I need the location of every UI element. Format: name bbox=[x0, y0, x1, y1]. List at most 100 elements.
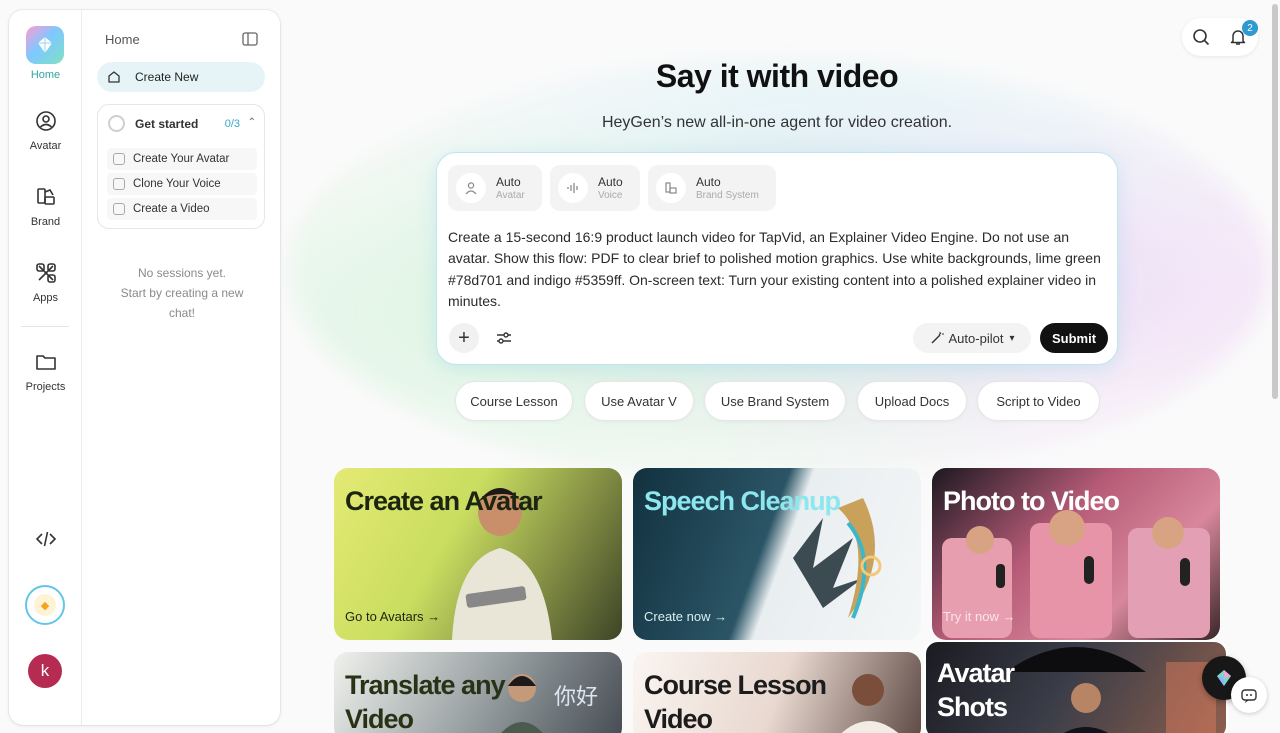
rail-item-avatar[interactable]: Avatar bbox=[9, 110, 82, 152]
voice-chip-label: Voice bbox=[598, 190, 623, 201]
sidebar: Home Avatar Brand Apps Projects ◆ k Home bbox=[9, 10, 280, 725]
voice-chip-value: Auto bbox=[598, 175, 623, 189]
sessions-panel: Home Create New Get started 0/3 ⌃ Create… bbox=[82, 10, 280, 725]
rail-projects-label: Projects bbox=[25, 381, 66, 393]
card-title: Translate any Video bbox=[345, 670, 506, 733]
task-create-video[interactable]: Create a Video bbox=[107, 198, 257, 220]
get-started-title: Get started bbox=[135, 116, 199, 131]
card-title: Avatar Shots bbox=[937, 658, 1015, 722]
prompt-textarea[interactable]: Create a 15-second 16:9 product launch v… bbox=[448, 227, 1110, 312]
avatar-icon bbox=[35, 111, 56, 131]
get-started-header[interactable]: Get started 0/3 ⌃ bbox=[108, 115, 256, 132]
brand-system-chip[interactable]: Auto Brand System bbox=[648, 165, 776, 211]
card-avatar-shots[interactable]: Avatar Shots bbox=[924, 640, 1228, 733]
brand-chip-label: Brand System bbox=[696, 190, 759, 201]
home-icon bbox=[108, 71, 120, 83]
folder-icon bbox=[35, 355, 56, 370]
create-new-button[interactable]: Create New bbox=[97, 62, 265, 92]
avatar-chip-label: Avatar bbox=[496, 190, 525, 201]
card-title: Course Lesson Video bbox=[644, 670, 827, 733]
checkbox-icon[interactable] bbox=[113, 178, 125, 190]
home-logo-icon[interactable] bbox=[26, 26, 64, 64]
prompt-composer: Auto Avatar Auto Voice Auto Brand System Cr… bbox=[436, 152, 1118, 365]
page-headline: Say it with video bbox=[655, 58, 899, 94]
quick-action-course-lesson[interactable]: Course Lesson bbox=[455, 381, 573, 421]
card-title: Speech Cleanup bbox=[644, 486, 841, 516]
voice-chip[interactable]: Auto Voice bbox=[550, 165, 640, 211]
svg-text:你好: 你好 bbox=[554, 685, 598, 710]
progress-ring-icon bbox=[108, 115, 125, 132]
person-icon bbox=[456, 173, 486, 203]
quick-action-script-to-video[interactable]: Script to Video bbox=[977, 381, 1100, 421]
code-icon bbox=[35, 531, 56, 547]
avatar-chip[interactable]: Auto Avatar bbox=[448, 165, 542, 211]
brand-chip-value: Auto bbox=[696, 175, 721, 189]
nav-rail: Home Avatar Brand Apps Projects ◆ k bbox=[9, 10, 82, 725]
task-clone-voice[interactable]: Clone Your Voice bbox=[107, 173, 257, 195]
card-photo-to-video[interactable]: Photo to Video Try it now → bbox=[932, 468, 1220, 640]
rail-item-brand[interactable]: Brand bbox=[9, 186, 82, 228]
checkbox-icon[interactable] bbox=[113, 203, 125, 215]
mode-label: Auto-pilot bbox=[948, 330, 1004, 346]
card-course-lesson[interactable]: Course Lesson Video bbox=[633, 652, 921, 733]
task-label: Clone Your Voice bbox=[133, 178, 221, 190]
user-avatar[interactable]: k bbox=[28, 654, 62, 688]
rail-home-label: Home bbox=[30, 69, 61, 81]
card-link[interactable]: Go to Avatars → bbox=[345, 609, 440, 624]
rail-apps-label: Apps bbox=[32, 292, 59, 304]
card-link[interactable]: Try it now → bbox=[943, 609, 1015, 624]
scrollbar-thumb[interactable] bbox=[1272, 4, 1278, 399]
top-actions: 2 bbox=[1182, 18, 1258, 56]
search-icon[interactable] bbox=[1192, 28, 1210, 46]
waveform-icon bbox=[558, 173, 588, 203]
get-started-card: Get started 0/3 ⌃ Create Your Avatar Clo… bbox=[97, 104, 265, 229]
rail-avatar-label: Avatar bbox=[29, 140, 62, 152]
credits-button[interactable]: ◆ bbox=[25, 585, 65, 625]
rail-brand-label: Brand bbox=[30, 216, 61, 228]
collapse-sidebar-icon[interactable] bbox=[242, 32, 258, 51]
page-subhead: HeyGen’s new all-in-one agent for video … bbox=[601, 114, 953, 131]
chevron-down-icon: ▾ bbox=[1009, 332, 1015, 344]
card-link[interactable]: Create now → bbox=[644, 609, 727, 624]
plus-icon: + bbox=[458, 326, 470, 349]
rail-item-home[interactable]: Home bbox=[9, 69, 82, 81]
empty-line-2: Start by creating a new chat! bbox=[120, 286, 244, 320]
chevron-up-icon: ⌃ bbox=[247, 117, 256, 128]
quick-action-brand-system[interactable]: Use Brand System bbox=[704, 381, 846, 421]
task-label: Create Your Avatar bbox=[133, 153, 230, 165]
card-title: Create an Avatar bbox=[345, 486, 543, 516]
rail-item-projects[interactable]: Projects bbox=[9, 351, 82, 393]
add-attachment-button[interactable]: + bbox=[449, 323, 479, 353]
rail-item-apps[interactable]: Apps bbox=[9, 262, 82, 304]
mode-select[interactable]: Auto-pilot ▾ bbox=[913, 323, 1031, 353]
agent-gem-icon bbox=[1217, 670, 1231, 686]
panel-title: Home bbox=[105, 32, 140, 47]
task-create-avatar[interactable]: Create Your Avatar bbox=[107, 148, 257, 170]
card-title: Photo to Video bbox=[943, 486, 1120, 516]
avatar-chip-value: Auto bbox=[496, 175, 521, 189]
scrollbar[interactable] bbox=[1270, 0, 1280, 733]
card-create-avatar[interactable]: Create an Avatar Go to Avatars → bbox=[334, 468, 622, 640]
empty-line-1: No sessions yet. bbox=[137, 266, 227, 280]
get-started-progress: 0/3 bbox=[224, 117, 240, 130]
brand-icon bbox=[36, 188, 55, 205]
notification-badge: 2 bbox=[1242, 20, 1258, 36]
checkbox-icon[interactable] bbox=[113, 153, 125, 165]
create-new-label: Create New bbox=[135, 70, 199, 84]
brand-icon bbox=[656, 173, 686, 203]
apps-icon bbox=[35, 263, 56, 283]
quick-action-avatar-v[interactable]: Use Avatar V bbox=[584, 381, 694, 421]
quick-action-upload-docs[interactable]: Upload Docs bbox=[857, 381, 967, 421]
empty-sessions: No sessions yet. Start by creating a new… bbox=[102, 263, 262, 323]
embed-code-button[interactable] bbox=[9, 528, 82, 558]
magic-wand-icon bbox=[931, 332, 944, 344]
settings-sliders-icon[interactable] bbox=[495, 329, 513, 347]
chat-bot-icon bbox=[1241, 689, 1257, 703]
task-label: Create a Video bbox=[133, 203, 210, 215]
support-chat-button[interactable] bbox=[1231, 677, 1267, 713]
card-translate-video[interactable]: 你好 Translate any Video bbox=[334, 652, 622, 733]
gem-icon: ◆ bbox=[34, 594, 56, 616]
submit-button[interactable]: Submit bbox=[1040, 323, 1108, 353]
card-speech-cleanup[interactable]: Speech Cleanup Create now → bbox=[633, 468, 921, 640]
rail-divider bbox=[21, 326, 69, 327]
